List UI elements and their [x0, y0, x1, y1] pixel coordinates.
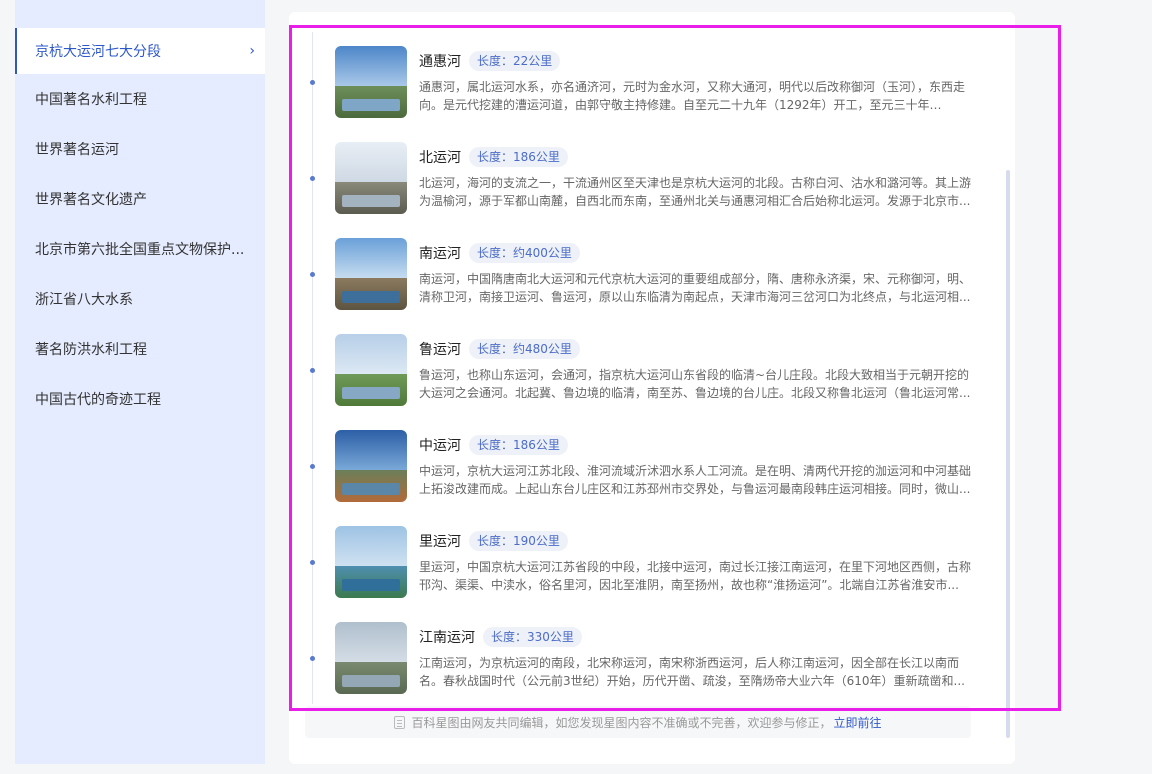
timeline-dot — [310, 176, 315, 181]
sidebar-item-ancient-wonders[interactable]: 中国古代的奇迹工程 — [15, 374, 265, 424]
timeline-dot — [310, 656, 315, 661]
river-description: 北运河，海河的支流之一，干流通州区至天津也是京杭大运河的北段。古称白河、沽水和潞… — [419, 176, 971, 208]
river-description: 通惠河，属北运河水系，亦名通济河，元时为金水河，又称大通河，明代以后改称御河（玉… — [419, 80, 966, 112]
sidebar-item-beijing-relics[interactable]: 北京市第六批全国重点文物保护... — [15, 224, 265, 274]
timeline-dot — [310, 272, 315, 277]
river-name[interactable]: 南运河 — [419, 243, 461, 263]
river-header: 鲁运河 长度：约480公里 — [419, 338, 580, 360]
page: 京杭大运河七大分段 › 中国著名水利工程 世界著名运河 世界著名文化遗产 北京市… — [0, 0, 1152, 774]
river-thumbnail[interactable] — [335, 622, 407, 694]
timeline-dot — [310, 560, 315, 565]
river-name[interactable]: 鲁运河 — [419, 339, 461, 359]
list-item[interactable]: 里运河 长度：190公里 里运河，中国京杭大运河江苏省段的中段，北接中运河，南过… — [289, 526, 989, 622]
timeline-dot — [310, 464, 315, 469]
length-badge: 长度：186公里 — [469, 147, 568, 167]
river-name[interactable]: 通惠河 — [419, 51, 461, 71]
length-badge: 长度：约400公里 — [469, 243, 580, 263]
river-header: 北运河 长度：186公里 — [419, 146, 568, 168]
list-item[interactable]: 南运河 长度：约400公里 南运河，中国隋唐南北大运河和元代京杭大运河的重要组成… — [289, 238, 989, 334]
sidebar: 京杭大运河七大分段 › 中国著名水利工程 世界著名运河 世界著名文化遗产 北京市… — [15, 0, 265, 764]
river-description: 里运河，中国京杭大运河江苏省段的中段，北接中运河，南过长江接江南运河，在里下河地… — [419, 560, 971, 592]
river-header: 江南运河 长度：330公里 — [419, 626, 582, 648]
sidebar-item-label: 京杭大运河七大分段 — [35, 44, 161, 60]
river-header: 中运河 长度：186公里 — [419, 434, 568, 456]
footer-note-text: 百科星图由网友共同编辑，如您发现星图内容不准确或不完善，欢迎参与修正， — [411, 715, 832, 730]
river-thumbnail[interactable] — [335, 430, 407, 502]
list-item[interactable]: 北运河 长度：186公里 北运河，海河的支流之一，干流通州区至天津也是京杭大运河… — [289, 142, 989, 238]
sidebar-item-water-projects[interactable]: 中国著名水利工程 — [15, 74, 265, 124]
sidebar-item-label: 中国著名水利工程 — [35, 92, 147, 108]
sidebar-item-world-heritage[interactable]: 世界著名文化遗产 — [15, 174, 265, 224]
sidebar-item-grand-canal-sections[interactable]: 京杭大运河七大分段 › — [15, 28, 265, 74]
sidebar-item-label: 浙江省八大水系 — [35, 292, 133, 308]
sidebar-item-world-canals[interactable]: 世界著名运河 — [15, 124, 265, 174]
sidebar-item-zhejiang-rivers[interactable]: 浙江省八大水系 — [15, 274, 265, 324]
main-panel: 通惠河 长度：22公里 通惠河，属北运河水系，亦名通济河，元时为金水河，又称大通… — [289, 12, 1015, 764]
list-item[interactable]: 江南运河 长度：330公里 江南运河，为京杭运河的南段，北宋称运河，南宋称浙西运… — [289, 622, 989, 718]
list-item[interactable]: 鲁运河 长度：约480公里 鲁运河，也称山东运河，会通河，指京杭大运河山东省段的… — [289, 334, 989, 430]
edit-now-link[interactable]: 立即前往 — [834, 714, 882, 731]
river-list: 通惠河 长度：22公里 通惠河，属北运河水系，亦名通济河，元时为金水河，又称大通… — [289, 46, 989, 718]
river-name[interactable]: 里运河 — [419, 531, 461, 551]
sidebar-list: 京杭大运河七大分段 › 中国著名水利工程 世界著名运河 世界著名文化遗产 北京市… — [15, 28, 265, 424]
sidebar-item-label: 北京市第六批全国重点文物保护... — [35, 242, 245, 258]
river-header: 南运河 长度：约400公里 — [419, 242, 580, 264]
river-thumbnail[interactable] — [335, 46, 407, 118]
footer-note: 百科星图由网友共同编辑，如您发现星图内容不准确或不完善，欢迎参与修正， 立即前往 — [305, 706, 971, 738]
river-description: 南运河，中国隋唐南北大运河和元代京杭大运河的重要组成部分，隋、唐称永济渠，宋、元… — [419, 272, 971, 304]
river-header: 里运河 长度：190公里 — [419, 530, 568, 552]
sidebar-item-label: 中国古代的奇迹工程 — [35, 392, 161, 408]
sidebar-item-label: 著名防洪水利工程 — [35, 342, 147, 358]
length-badge: 长度：190公里 — [469, 531, 568, 551]
list-item[interactable]: 中运河 长度：186公里 中运河，京杭大运河江苏北段、淮河流域沂沭泗水系人工河流… — [289, 430, 989, 526]
timeline-dot — [310, 80, 315, 85]
river-thumbnail[interactable] — [335, 238, 407, 310]
length-badge: 长度：186公里 — [469, 435, 568, 455]
river-thumbnail[interactable] — [335, 334, 407, 406]
sidebar-item-flood-control[interactable]: 著名防洪水利工程 — [15, 324, 265, 374]
timeline-dot — [310, 368, 315, 373]
river-name[interactable]: 北运河 — [419, 147, 461, 167]
river-description: 江南运河，为京杭运河的南段，北宋称运河，南宋称浙西运河，后人称江南运河，因全部在… — [419, 656, 965, 688]
river-description: 中运河，京杭大运河江苏北段、淮河流域沂沭泗水系人工河流。是在明、清两代开挖的泇运… — [419, 464, 971, 496]
sidebar-item-label: 世界著名运河 — [35, 142, 119, 158]
sidebar-item-label: 世界著名文化遗产 — [35, 192, 147, 208]
river-description: 鲁运河，也称山东运河，会通河，指京杭大运河山东省段的临清~台儿庄段。北段大致相当… — [419, 368, 971, 400]
river-thumbnail[interactable] — [335, 526, 407, 598]
river-thumbnail[interactable] — [335, 142, 407, 214]
length-badge: 长度：330公里 — [483, 627, 582, 647]
chevron-right-icon: › — [249, 43, 255, 59]
length-badge: 长度：22公里 — [469, 51, 561, 71]
length-badge: 长度：约480公里 — [469, 339, 580, 359]
scrollbar[interactable] — [1006, 170, 1010, 738]
list-item[interactable]: 通惠河 长度：22公里 通惠河，属北运河水系，亦名通济河，元时为金水河，又称大通… — [289, 46, 989, 142]
document-icon — [394, 715, 406, 729]
river-name[interactable]: 中运河 — [419, 435, 461, 455]
river-header: 通惠河 长度：22公里 — [419, 50, 561, 72]
river-name[interactable]: 江南运河 — [419, 627, 475, 647]
